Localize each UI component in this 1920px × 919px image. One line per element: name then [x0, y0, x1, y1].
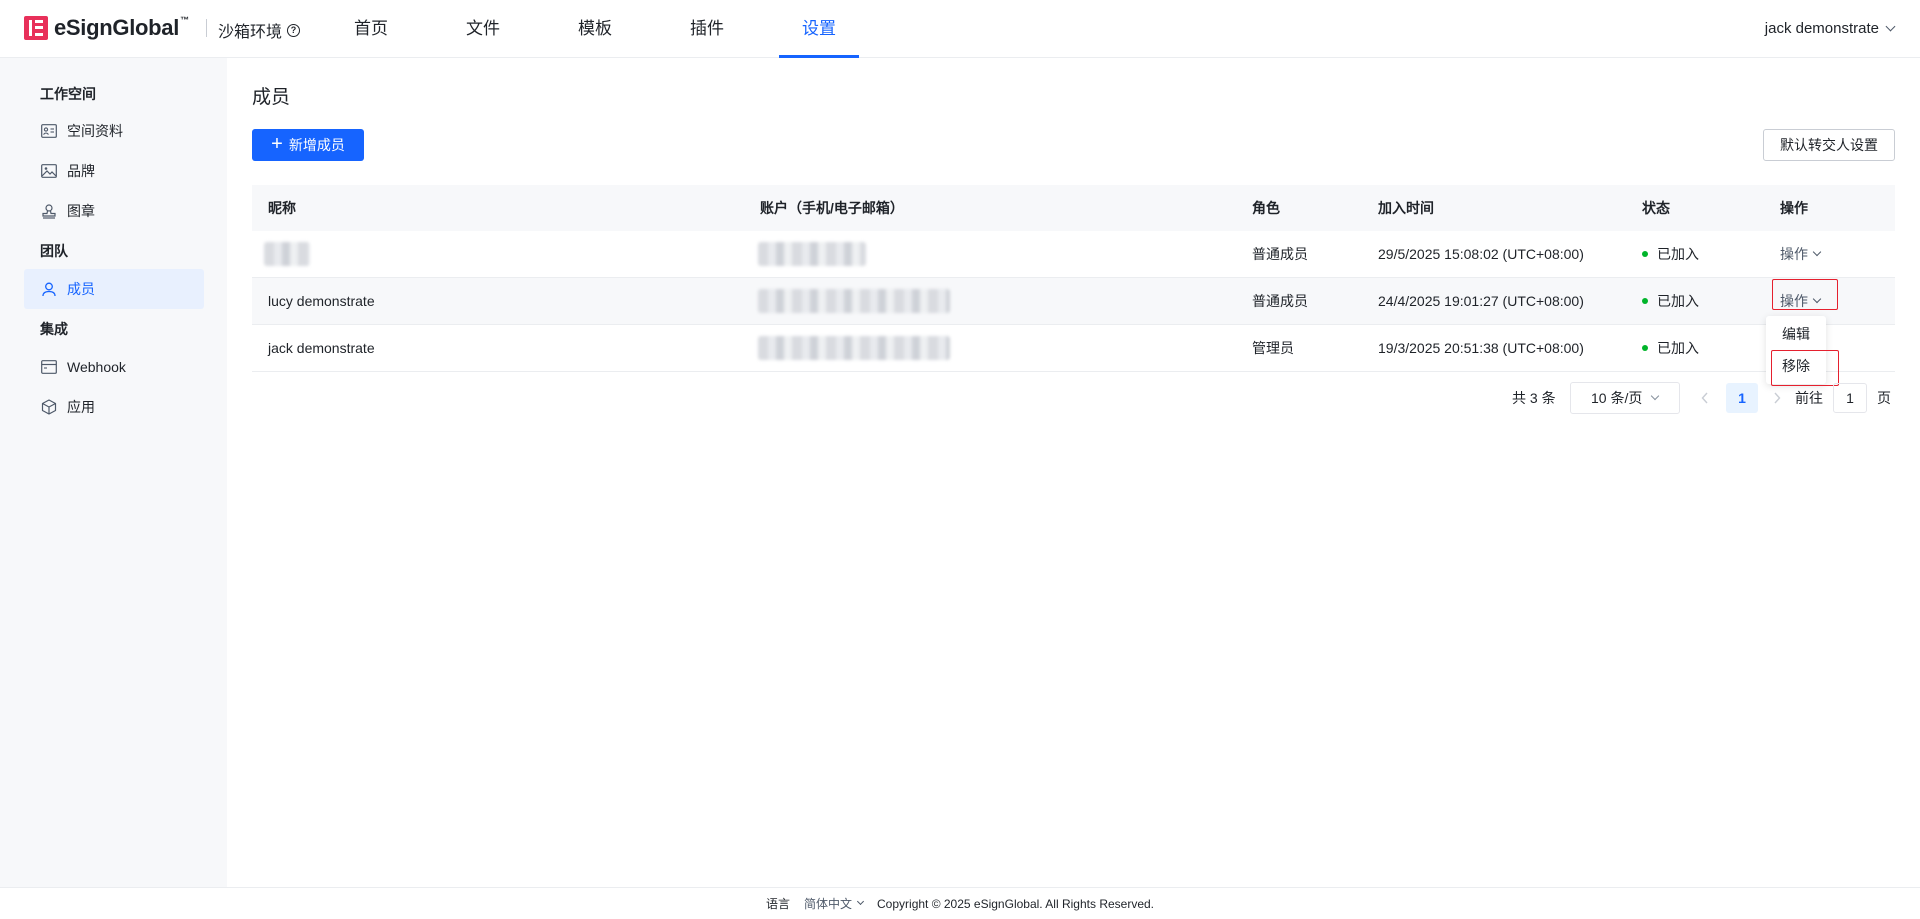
status-dot-icon — [1642, 298, 1648, 304]
page-unit-label: 页 — [1877, 390, 1891, 406]
row-role: 普通成员 — [1252, 246, 1308, 262]
redacted-account — [758, 289, 950, 313]
logo[interactable]: eSignGlobal™ — [24, 15, 189, 40]
chevron-down-icon — [1812, 247, 1822, 257]
stamp-icon — [41, 203, 57, 219]
chevron-down-icon — [856, 897, 865, 906]
chevron-left-icon — [1701, 392, 1708, 404]
table-header: 昵称 账户（手机/电子邮箱） 角色 加入时间 状态 操作 — [252, 185, 1895, 231]
sidebar-item-label: 品牌 — [67, 163, 95, 179]
sidebar-group-team: 团队 — [40, 243, 68, 259]
status-dot-icon — [1642, 251, 1648, 257]
sidebar-item-label: 图章 — [67, 203, 95, 219]
row-action-menu[interactable]: 操作 — [1780, 244, 1822, 264]
action-highlight-box — [1772, 279, 1838, 310]
image-icon — [41, 163, 57, 179]
add-member-button[interactable]: + 新增成员 — [252, 129, 364, 161]
row-role: 管理员 — [1252, 340, 1294, 356]
sidebar-item-apps[interactable]: 应用 — [24, 387, 204, 427]
remove-highlight-box — [1771, 350, 1839, 386]
help-circle-icon[interactable]: ? — [287, 23, 301, 37]
page-size-select[interactable]: 10 条/页 — [1570, 382, 1680, 414]
column-header-account: 账户（手机/电子邮箱） — [760, 200, 904, 216]
sidebar-item-members[interactable]: 成员 — [24, 269, 204, 309]
redacted-account — [758, 242, 866, 266]
logo-divider — [206, 19, 207, 37]
page-number-current[interactable]: 1 — [1726, 383, 1758, 413]
sidebar-item-space-profile[interactable]: 空间资料 — [24, 111, 204, 151]
column-header-role: 角色 — [1252, 200, 1280, 216]
plus-icon: + — [271, 133, 283, 155]
chevron-right-icon — [1774, 392, 1781, 404]
sidebar-item-label: 成员 — [67, 281, 95, 297]
sidebar-item-label: Webhook — [67, 359, 126, 375]
row-joined-time: 24/4/2025 19:01:27 (UTC+08:00) — [1378, 293, 1584, 309]
sidebar-group-workspace: 工作空间 — [40, 86, 96, 102]
sidebar: 工作空间 空间资料 品牌 图章 团队 成员 集成 Webhook 应用 — [0, 58, 227, 887]
row-nickname: lucy demonstrate — [268, 293, 375, 309]
top-header: eSignGlobal™ 沙箱环境 ? 首页 文件 模板 插件 设置 jack … — [0, 0, 1920, 58]
next-page-button[interactable] — [1770, 382, 1784, 414]
status-badge: 已加入 — [1642, 291, 1699, 311]
prev-page-button[interactable] — [1698, 382, 1712, 414]
user-menu[interactable]: jack demonstrate — [1764, 20, 1896, 37]
logo-mark-icon — [24, 16, 48, 40]
nav-settings[interactable]: 设置 — [779, 0, 859, 58]
row-joined-time: 29/5/2025 15:08:02 (UTC+08:00) — [1378, 246, 1584, 262]
row-role: 普通成员 — [1252, 293, 1308, 309]
nav-home[interactable]: 首页 — [353, 0, 389, 58]
goto-page-input[interactable]: 1 — [1833, 383, 1867, 413]
column-header-status: 状态 — [1642, 200, 1670, 216]
pagination-total: 共 3 条 — [1512, 390, 1556, 406]
status-badge: 已加入 — [1642, 338, 1699, 358]
row-joined-time: 19/3/2025 20:51:38 (UTC+08:00) — [1378, 340, 1584, 356]
sandbox-label: 沙箱环境 ? — [218, 18, 301, 42]
user-icon — [41, 281, 57, 297]
sidebar-item-brand[interactable]: 品牌 — [24, 151, 204, 191]
column-header-actions: 操作 — [1780, 200, 1808, 216]
cube-icon — [41, 399, 57, 415]
chevron-down-icon — [1885, 21, 1896, 32]
status-dot-icon — [1642, 345, 1648, 351]
sidebar-item-webhook[interactable]: Webhook — [24, 347, 204, 387]
sidebar-item-label: 应用 — [67, 399, 95, 415]
page-title: 成员 — [252, 87, 291, 108]
sidebar-group-integration: 集成 — [40, 321, 68, 337]
user-name: jack demonstrate — [1764, 20, 1879, 37]
chevron-down-icon — [1651, 391, 1660, 401]
nav-plugins[interactable]: 插件 — [689, 0, 725, 58]
status-badge: 已加入 — [1642, 244, 1699, 264]
members-table: 昵称 账户（手机/电子邮箱） 角色 加入时间 状态 操作 普通成员 29/5/2… — [252, 185, 1895, 372]
menu-item-edit[interactable]: 编辑 — [1766, 319, 1826, 349]
logo-text: eSignGlobal™ — [54, 15, 189, 40]
nav-templates[interactable]: 模板 — [577, 0, 613, 58]
language-label: 语言 — [765, 897, 790, 911]
column-header-nickname: 昵称 — [268, 200, 296, 216]
table-row: lucy demonstrate 普通成员 24/4/2025 19:01:27… — [252, 278, 1895, 325]
browser-window-icon — [41, 359, 57, 375]
row-nickname: jack demonstrate — [268, 340, 375, 356]
sidebar-item-label: 空间资料 — [67, 123, 123, 139]
table-row: jack demonstrate 管理员 19/3/2025 20:51:38 … — [252, 325, 1895, 372]
copyright-text: Copyright © 2025 eSignGlobal. All Rights… — [877, 896, 1155, 911]
sidebar-item-stamp[interactable]: 图章 — [24, 191, 204, 231]
id-card-icon — [41, 123, 57, 139]
main-content: 成员 + 新增成员 默认转交人设置 昵称 账户（手机/电子邮箱） 角色 加入时间… — [227, 58, 1920, 887]
footer: 语言 简体中文 Copyright © 2025 eSignGlobal. Al… — [0, 887, 1920, 919]
redacted-nickname — [264, 242, 310, 266]
goto-label: 前往 — [1795, 390, 1823, 406]
default-transferee-settings-button[interactable]: 默认转交人设置 — [1763, 129, 1895, 161]
nav-files[interactable]: 文件 — [465, 0, 501, 58]
redacted-account — [758, 336, 950, 360]
table-row: 普通成员 29/5/2025 15:08:02 (UTC+08:00) 已加入 … — [252, 231, 1895, 278]
column-header-joined: 加入时间 — [1378, 200, 1434, 216]
language-select[interactable]: 简体中文 — [804, 895, 865, 912]
